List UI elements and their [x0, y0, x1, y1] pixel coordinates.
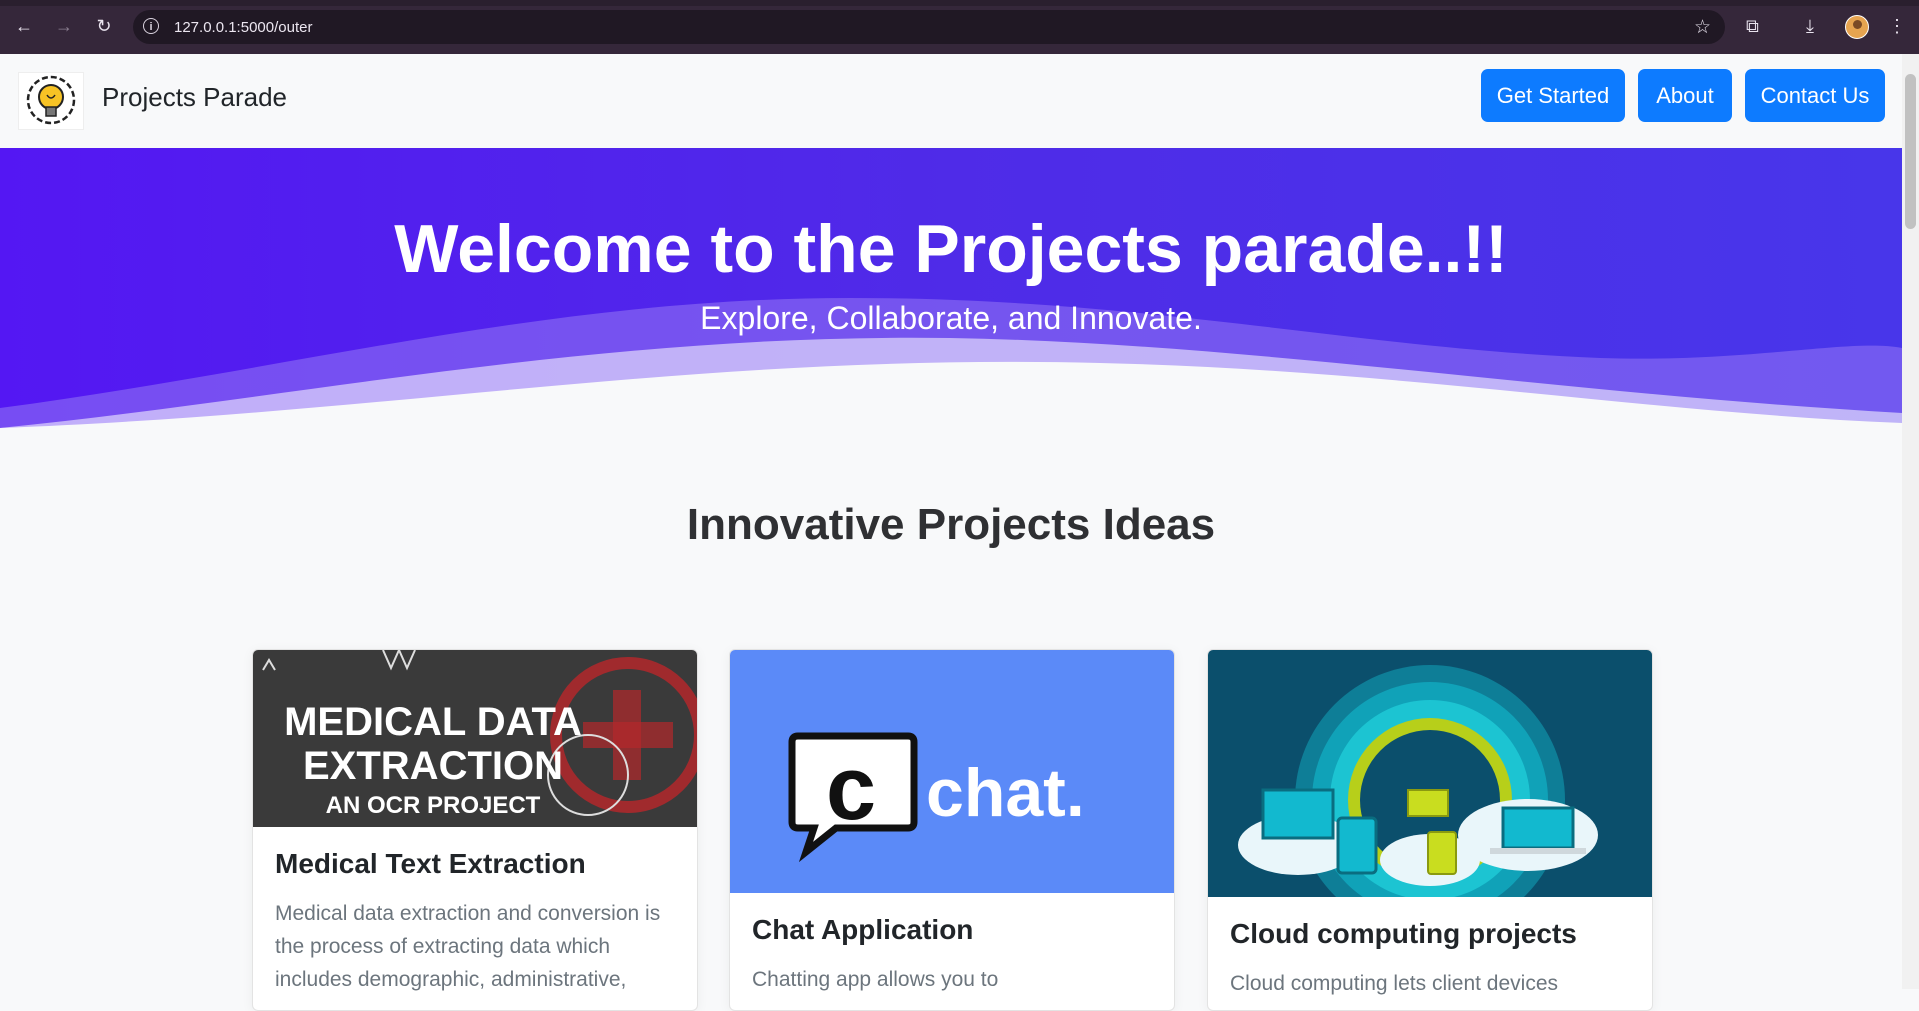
- medical-image-line2: EXTRACTION: [303, 744, 563, 788]
- url-text[interactable]: 127.0.0.1:5000/outer: [174, 19, 312, 36]
- reload-icon[interactable]: ↻: [92, 14, 116, 38]
- contact-us-button[interactable]: Contact Us: [1745, 69, 1885, 122]
- card-description: Medical data extraction and conversion i…: [275, 902, 661, 991]
- forward-icon[interactable]: →: [52, 14, 76, 38]
- brand-name[interactable]: Projects Parade: [102, 82, 287, 113]
- back-icon[interactable]: ←: [12, 14, 36, 38]
- extensions-icon[interactable]: ⧉: [1746, 14, 1759, 38]
- tab-strip: [0, 0, 1919, 6]
- chat-logo-text: chat.: [926, 755, 1085, 831]
- chat-project-image: c chat.: [730, 650, 1174, 893]
- address-bar[interactable]: i 127.0.0.1:5000/outer ☆: [133, 10, 1725, 44]
- browser-toolbar: ← → ↻ i 127.0.0.1:5000/outer ☆ ⧉ ⤓ ⋮: [0, 0, 1919, 54]
- browser-menu-icon[interactable]: ⋮: [1888, 14, 1906, 38]
- bookmark-star-icon[interactable]: ☆: [1694, 16, 1711, 39]
- project-card-cloud[interactable]: Cloud computing projects Cloud computing…: [1207, 649, 1653, 1011]
- get-started-button[interactable]: Get Started: [1481, 69, 1625, 122]
- download-icon[interactable]: ⤓: [1806, 14, 1814, 38]
- card-title[interactable]: Chat Application: [752, 914, 973, 946]
- site-info-icon[interactable]: i: [143, 18, 159, 34]
- hero-subtitle: Explore, Collaborate, and Innovate.: [700, 300, 1202, 336]
- card-description: Chatting app allows you to: [752, 968, 999, 991]
- hero-wave-graphic: [0, 298, 1902, 428]
- medical-project-image: MEDICAL DATA EXTRACTION AN OCR PROJECT: [253, 650, 697, 827]
- site-navbar: Projects Parade Get Started About Contac…: [0, 54, 1902, 148]
- about-button[interactable]: About: [1638, 69, 1732, 122]
- lightbulb-logo-icon[interactable]: [18, 72, 84, 130]
- scrollbar-thumb[interactable]: [1905, 74, 1916, 229]
- card-description: Cloud computing lets client devices: [1230, 972, 1559, 995]
- section-title: Innovative Projects Ideas: [686, 500, 1216, 549]
- medical-image-line3: AN OCR PROJECT: [325, 792, 541, 819]
- project-card-medical[interactable]: MEDICAL DATA EXTRACTION AN OCR PROJECT M…: [252, 649, 698, 1011]
- profile-avatar[interactable]: [1845, 15, 1869, 39]
- medical-image-line1: MEDICAL DATA: [284, 700, 582, 744]
- card-title[interactable]: Medical Text Extraction: [275, 848, 586, 880]
- medical-image-headline: MEDICAL DATA EXTRACTION AN OCR PROJECT: [283, 700, 583, 824]
- chat-logo-glyph: c: [826, 739, 877, 839]
- project-card-chat[interactable]: c chat. Chat Application Chatting app al…: [729, 649, 1175, 1011]
- card-title[interactable]: Cloud computing projects: [1230, 918, 1577, 950]
- page-scrollbar[interactable]: [1902, 54, 1919, 989]
- hero-title: Welcome to the Projects parade..!!: [394, 211, 1508, 287]
- cloud-project-image: [1208, 650, 1652, 897]
- hero-banner: Welcome to the Projects parade..!! Explo…: [0, 148, 1902, 428]
